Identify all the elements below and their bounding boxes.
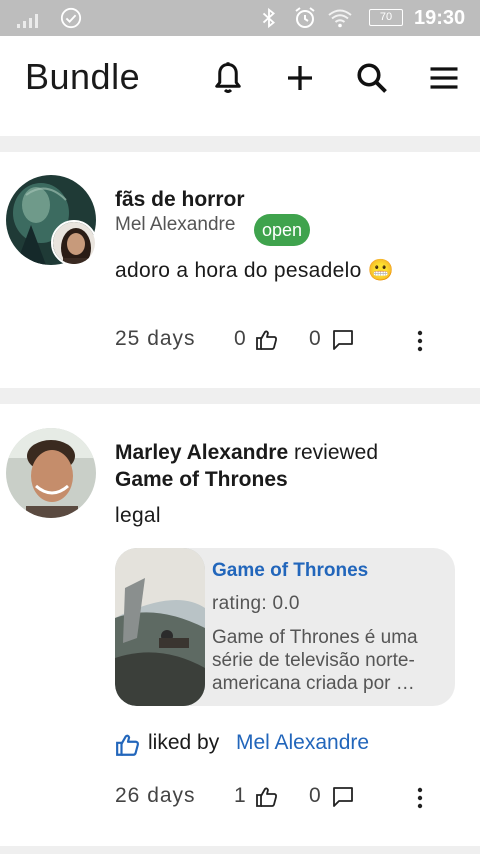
like-count: 0: [234, 327, 246, 350]
comment-icon[interactable]: [331, 328, 355, 352]
feed-divider: [0, 136, 480, 152]
review-text: legal: [115, 504, 161, 527]
thumbs-up-filled-icon: [116, 734, 139, 756]
add-button[interactable]: [280, 58, 320, 98]
review-header-line1: Marley Alexandre reviewed: [115, 441, 378, 465]
bluetooth-icon: [262, 7, 275, 29]
feed-divider: [0, 388, 480, 404]
comment-count: 0: [309, 327, 321, 350]
liked-by-user[interactable]: Mel Alexandre: [236, 731, 369, 755]
bell-icon: [215, 62, 241, 93]
app-bar: Bundle: [0, 36, 480, 122]
thumbs-up-icon[interactable]: [255, 785, 279, 809]
comment-icon[interactable]: [331, 785, 355, 809]
review-action: reviewed: [293, 441, 379, 464]
reviewer-name[interactable]: Marley Alexandre: [115, 441, 288, 464]
thumbs-up-icon[interactable]: [255, 328, 279, 352]
post-meta: 25 days 0 0: [115, 327, 455, 357]
post-author[interactable]: Mel Alexandre: [115, 214, 235, 236]
wifi-icon: [328, 9, 352, 28]
post-time: 25 days: [115, 327, 196, 350]
media-description: Game of Thrones é uma série de televisão…: [212, 627, 418, 694]
search-icon: [357, 63, 387, 93]
feed-divider: [0, 846, 480, 854]
media-poster: [115, 548, 205, 706]
media-rating: rating: 0.0: [212, 593, 300, 614]
status-clock: 19:30: [414, 7, 466, 29]
battery-indicator: 70: [369, 9, 403, 26]
status-badge: open: [254, 214, 311, 246]
post-text: adoro a hora do pesadelo 😬: [115, 259, 395, 282]
liked-by-row: liked by Mel Alexandre: [115, 731, 455, 761]
comment-count: 0: [309, 784, 321, 807]
more-options-icon[interactable]: [408, 785, 432, 811]
signal-icon: [17, 14, 38, 28]
user-avatar[interactable]: [6, 428, 96, 518]
app-title: Bundle: [25, 56, 141, 97]
group-title[interactable]: fãs de horror: [115, 188, 245, 212]
post-meta: 26 days 1 0: [115, 784, 455, 814]
notifications-button[interactable]: [208, 58, 248, 98]
check-circle-icon: [60, 7, 82, 29]
feed-card-group-post[interactable]: fãs de horror Mel Alexandre open adoro a…: [0, 152, 480, 388]
search-button[interactable]: [352, 58, 392, 98]
feed-card-review[interactable]: Marley Alexandre reviewed Game of Throne…: [0, 404, 480, 846]
alarm-icon: [295, 7, 315, 28]
author-avatar[interactable]: [51, 220, 97, 266]
status-bar: 70 19:30: [0, 0, 480, 36]
reviewed-subject[interactable]: Game of Thrones: [115, 468, 288, 492]
like-count: 1: [234, 784, 246, 807]
liked-by-label: liked by: [148, 731, 220, 754]
post-time: 26 days: [115, 784, 196, 807]
media-card[interactable]: Game of Thrones rating: 0.0 Game of Thro…: [115, 548, 455, 706]
menu-icon: [430, 67, 458, 89]
media-title[interactable]: Game of Thrones: [212, 560, 368, 582]
menu-button[interactable]: [424, 58, 464, 98]
plus-icon: [288, 66, 312, 90]
more-options-icon[interactable]: [408, 328, 432, 354]
